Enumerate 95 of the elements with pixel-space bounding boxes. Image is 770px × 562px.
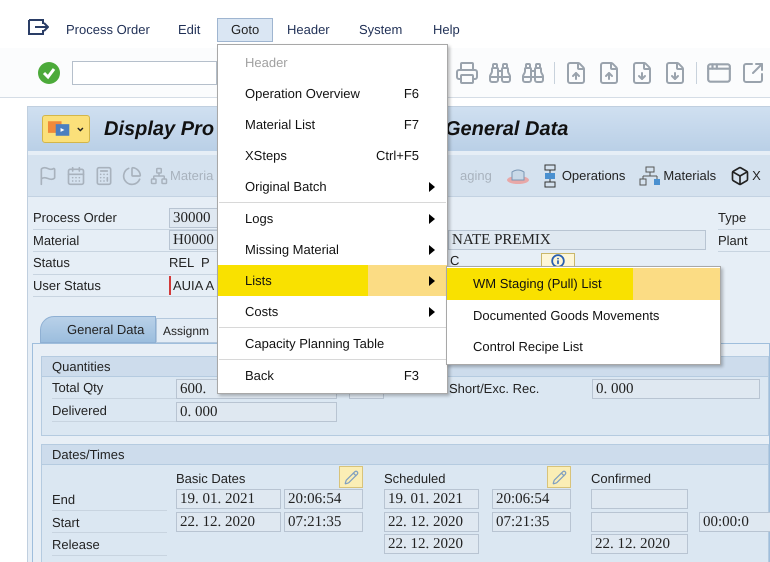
menu-item[interactable]: Documented Goods Movements xyxy=(447,300,720,332)
menu-button[interactable] xyxy=(42,115,90,143)
print-icon[interactable] xyxy=(455,60,479,84)
calendar-icon[interactable] xyxy=(66,166,86,186)
input-field[interactable]: 30000 xyxy=(169,208,218,228)
input-field[interactable]: 07:21:35 xyxy=(284,512,363,532)
input-field[interactable]: 20:06:54 xyxy=(492,489,571,509)
field-label: Material xyxy=(33,232,80,250)
menu-item[interactable]: Missing Material xyxy=(218,234,447,265)
field-label: Status xyxy=(33,254,71,272)
menu-item[interactable]: Operation Overview F6 xyxy=(218,78,447,109)
description-field[interactable]: NATE PREMIX xyxy=(448,230,706,250)
menu-item[interactable]: XSteps Ctrl+F5 xyxy=(218,140,447,171)
field-label: Process Order xyxy=(33,209,118,227)
input-field[interactable]: 22. 12. 2020 xyxy=(384,512,479,532)
cube-icon xyxy=(730,166,750,186)
input-field[interactable]: 22. 12. 2020 xyxy=(591,534,688,554)
field-label: Plant xyxy=(718,230,770,252)
input-field[interactable]: 22. 12. 2020 xyxy=(176,512,281,532)
menu-item[interactable]: Capacity Planning Table xyxy=(218,328,447,359)
input-field[interactable] xyxy=(591,512,688,532)
input-field[interactable]: 0. 000 xyxy=(592,378,760,398)
menu-item[interactable]: Header xyxy=(273,20,345,40)
menu-item[interactable]: Lists xyxy=(218,265,447,296)
previous-page-icon[interactable] xyxy=(597,60,621,84)
next-page-icon[interactable] xyxy=(630,60,654,84)
menu-item[interactable]: System xyxy=(345,20,419,40)
input-field[interactable]: 19. 01. 2021 xyxy=(384,489,479,509)
tab[interactable]: General Data xyxy=(40,316,156,343)
submenu-arrow-icon xyxy=(429,306,435,316)
submenu-arrow-icon xyxy=(429,244,435,254)
last-page-icon[interactable] xyxy=(663,60,687,84)
menu-item[interactable]: Costs xyxy=(218,296,447,327)
info-icon xyxy=(551,254,566,268)
pencil-icon xyxy=(344,470,358,484)
column-header: Scheduled xyxy=(384,470,446,488)
menu-item[interactable]: Logs xyxy=(218,203,447,234)
find-next-icon[interactable] xyxy=(521,60,545,84)
input-field[interactable]: 19. 01. 2021 xyxy=(176,489,281,509)
shortcut-icon[interactable] xyxy=(741,60,765,84)
hat-icon[interactable] xyxy=(506,166,530,184)
exit-menu-icon[interactable] xyxy=(27,18,49,36)
input-field[interactable]: 20:06:54 xyxy=(284,489,363,509)
menu-item[interactable]: Original Batch xyxy=(218,171,447,202)
screen-icon xyxy=(47,120,70,138)
menu-item[interactable]: WM Staging (Pull) List xyxy=(447,268,720,300)
enter-icon[interactable] xyxy=(38,62,60,84)
first-page-icon[interactable] xyxy=(564,60,588,84)
shortcut-text: Ctrl+F5 xyxy=(376,146,419,165)
field-label: End xyxy=(52,490,167,510)
menu-item[interactable]: Process Order xyxy=(52,20,164,40)
edit-button[interactable] xyxy=(547,466,571,488)
shortcut-text: F6 xyxy=(404,84,419,103)
group-title: Dates/Times xyxy=(42,445,768,465)
input-field[interactable]: 00:00:0 xyxy=(699,512,770,532)
hierarchy-icon xyxy=(639,166,662,186)
input-field[interactable]: 22. 12. 2020 xyxy=(384,534,479,554)
menu-item[interactable]: Edit xyxy=(164,20,217,40)
submenu-arrow-icon xyxy=(429,182,435,192)
tab[interactable]: Assignm xyxy=(156,318,218,343)
screen-title: General Data xyxy=(445,117,568,142)
field-label: User Status xyxy=(33,276,102,294)
menu-item[interactable]: Goto xyxy=(217,18,273,42)
field-label: Release xyxy=(52,535,167,556)
flag-icon[interactable] xyxy=(38,166,58,186)
field-label: Short/Exc. Rec. xyxy=(449,380,540,398)
menu-item[interactable]: Material List F7 xyxy=(218,109,447,140)
field-label: Start xyxy=(52,512,167,533)
command-field[interactable] xyxy=(72,60,217,84)
operations-button[interactable]: Operations xyxy=(544,164,626,188)
materials-button[interactable]: Materials xyxy=(639,166,716,186)
field-label: Type xyxy=(718,207,770,230)
pie-chart-icon[interactable] xyxy=(122,166,142,186)
column-header: Basic Dates xyxy=(176,470,246,488)
screen-title: Display Pro xyxy=(104,117,214,142)
find-icon[interactable] xyxy=(488,60,512,84)
toolbar-button[interactable]: X xyxy=(730,166,761,186)
menu-item[interactable]: Help xyxy=(419,20,770,40)
input-field[interactable]: 0. 000 xyxy=(176,402,337,422)
pencil-icon xyxy=(552,470,566,484)
caret-icon xyxy=(76,124,85,134)
hierarchy-icon xyxy=(150,166,168,184)
shortcut-text: F7 xyxy=(404,116,419,134)
input-field[interactable]: 07:21:35 xyxy=(492,512,571,532)
submenu-arrow-icon xyxy=(429,214,435,224)
input-field[interactable]: H0000 xyxy=(169,230,218,250)
status-text: REL P xyxy=(169,254,210,272)
edit-button[interactable] xyxy=(339,466,363,488)
input-field[interactable] xyxy=(591,489,688,509)
operations-icon xyxy=(544,164,556,188)
calculator-icon[interactable] xyxy=(94,166,114,186)
submenu-arrow-icon xyxy=(429,276,435,286)
status-text: AUIA A xyxy=(169,276,214,295)
column-header: Confirmed xyxy=(591,470,652,488)
status-text: C xyxy=(450,252,460,270)
